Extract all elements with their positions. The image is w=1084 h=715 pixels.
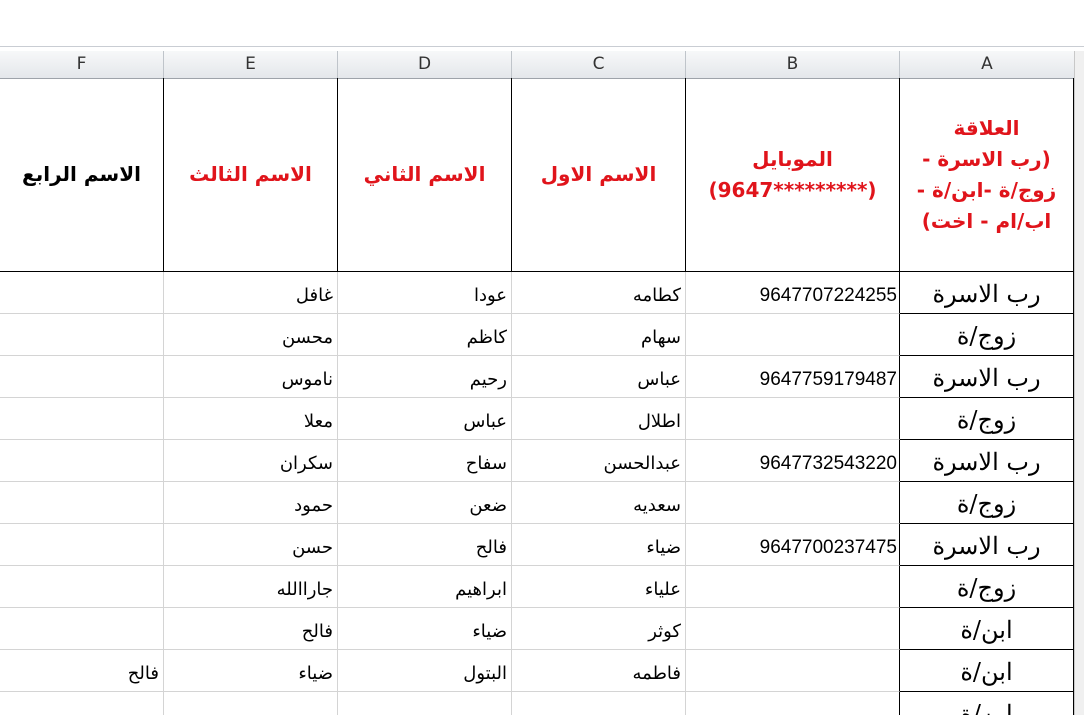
cell-second-name[interactable]: فالح <box>338 524 512 566</box>
spreadsheet-grid: الاسم الرابع الاسم الثالث الاسم الثاني ا… <box>0 78 1074 715</box>
cell-relation[interactable]: ابن/ة <box>900 692 1074 715</box>
column-header-A[interactable]: A <box>900 51 1074 78</box>
header-second-name-text: الاسم الثاني <box>363 162 486 186</box>
cell-mobile[interactable] <box>686 608 900 650</box>
cell-third-name[interactable] <box>164 692 338 715</box>
cell-relation[interactable]: رب الاسرة <box>900 356 1074 398</box>
cell-first-name[interactable]: عبدالحسن <box>512 440 686 482</box>
cell-second-name[interactable]: سفاح <box>338 440 512 482</box>
cell-mobile[interactable]: 9647759179487 <box>686 356 900 398</box>
cell-first-name[interactable]: سعديه <box>512 482 686 524</box>
header-relation-line4: اب/ام - اخت) <box>921 208 1052 233</box>
cell-mobile[interactable] <box>686 314 900 356</box>
header-relation-line3: زوج/ة -ابن/ة - <box>916 177 1057 202</box>
vertical-scrollbar[interactable] <box>1074 78 1084 715</box>
cell-mobile[interactable]: 9647707224255 <box>686 272 900 314</box>
cell-relation[interactable]: زوج/ة <box>900 482 1074 524</box>
cell-mobile[interactable]: 9647732543220 <box>686 440 900 482</box>
cell-second-name[interactable]: عباس <box>338 398 512 440</box>
cell-second-name[interactable]: ضياء <box>338 608 512 650</box>
cell-first-name[interactable]: كوثر <box>512 608 686 650</box>
cell-relation[interactable]: رب الاسرة <box>900 440 1074 482</box>
column-header-B[interactable]: B <box>686 51 900 78</box>
header-cell-second-name[interactable]: الاسم الثاني <box>338 78 512 272</box>
header-cell-fourth-name[interactable]: الاسم الرابع <box>0 78 164 272</box>
cell-relation[interactable]: رب الاسرة <box>900 524 1074 566</box>
cell-fourth-name[interactable] <box>0 524 164 566</box>
cell-second-name[interactable]: ضعن <box>338 482 512 524</box>
cell-fourth-name[interactable] <box>0 272 164 314</box>
cell-mobile[interactable] <box>686 650 900 692</box>
cell-fourth-name[interactable] <box>0 314 164 356</box>
toolbar-area <box>0 0 1084 46</box>
cell-third-name[interactable]: فالح <box>164 608 338 650</box>
cell-first-name[interactable]: فاطمه <box>512 650 686 692</box>
cell-first-name[interactable] <box>512 692 686 715</box>
cell-first-name[interactable]: كطامه <box>512 272 686 314</box>
header-relation-line2: (رب الاسرة - <box>922 146 1051 171</box>
header-mobile-line2: (9647*********) <box>708 177 877 202</box>
header-cell-relation[interactable]: العلاقة (رب الاسرة - زوج/ة -ابن/ة - اب/ا… <box>900 78 1074 272</box>
cell-fourth-name[interactable] <box>0 608 164 650</box>
column-header-D[interactable]: D <box>338 51 512 78</box>
cell-third-name[interactable]: حسن <box>164 524 338 566</box>
cell-relation[interactable]: زوج/ة <box>900 398 1074 440</box>
cell-fourth-name[interactable] <box>0 356 164 398</box>
cell-mobile[interactable] <box>686 566 900 608</box>
cell-third-name[interactable]: ناموس <box>164 356 338 398</box>
header-cell-third-name[interactable]: الاسم الثالث <box>164 78 338 272</box>
column-header-F[interactable]: F <box>0 51 164 78</box>
cell-second-name[interactable]: رحيم <box>338 356 512 398</box>
cell-first-name[interactable]: اطلال <box>512 398 686 440</box>
cell-fourth-name[interactable]: فالح <box>0 650 164 692</box>
cell-third-name[interactable]: ضياء <box>164 650 338 692</box>
cell-third-name[interactable]: غافل <box>164 272 338 314</box>
cell-relation[interactable]: زوج/ة <box>900 314 1074 356</box>
header-cell-mobile[interactable]: الموبايل (9647*********) <box>686 78 900 272</box>
column-header-bar: F E D C B A <box>0 51 1074 79</box>
cell-fourth-name[interactable] <box>0 398 164 440</box>
header-fourth-name-text: الاسم الرابع <box>22 162 141 186</box>
cell-third-name[interactable]: سكران <box>164 440 338 482</box>
header-mobile-line1: الموبايل <box>752 146 833 171</box>
cell-first-name[interactable]: ضياء <box>512 524 686 566</box>
cell-first-name[interactable]: عباس <box>512 356 686 398</box>
cell-second-name[interactable]: ابراهيم <box>338 566 512 608</box>
cell-fourth-name[interactable] <box>0 440 164 482</box>
cell-second-name[interactable]: عودا <box>338 272 512 314</box>
cell-mobile[interactable] <box>686 692 900 715</box>
cell-second-name[interactable]: كاظم <box>338 314 512 356</box>
cell-third-name[interactable]: جاراالله <box>164 566 338 608</box>
header-first-name-text: الاسم الاول <box>540 162 657 186</box>
cell-mobile[interactable]: 9647700237475 <box>686 524 900 566</box>
column-header-E[interactable]: E <box>164 51 338 78</box>
cell-third-name[interactable]: حمود <box>164 482 338 524</box>
cell-third-name[interactable]: محسن <box>164 314 338 356</box>
cell-mobile[interactable] <box>686 398 900 440</box>
cell-relation[interactable]: ابن/ة <box>900 608 1074 650</box>
cell-fourth-name[interactable] <box>0 692 164 715</box>
cell-fourth-name[interactable] <box>0 566 164 608</box>
header-cell-first-name[interactable]: الاسم الاول <box>512 78 686 272</box>
formula-bar-divider <box>0 46 1084 47</box>
cell-mobile[interactable] <box>686 482 900 524</box>
cell-fourth-name[interactable] <box>0 482 164 524</box>
cell-relation[interactable]: زوج/ة <box>900 566 1074 608</box>
header-relation-line1: العلاقة <box>953 115 1020 140</box>
header-third-name-text: الاسم الثالث <box>189 162 312 186</box>
cell-relation[interactable]: رب الاسرة <box>900 272 1074 314</box>
cell-second-name[interactable]: البتول <box>338 650 512 692</box>
cell-first-name[interactable]: سهام <box>512 314 686 356</box>
cell-second-name[interactable] <box>338 692 512 715</box>
cell-first-name[interactable]: علياء <box>512 566 686 608</box>
cell-third-name[interactable]: معلا <box>164 398 338 440</box>
column-header-C[interactable]: C <box>512 51 686 78</box>
scrollbar-corner <box>1074 51 1084 78</box>
cell-relation[interactable]: ابن/ة <box>900 650 1074 692</box>
